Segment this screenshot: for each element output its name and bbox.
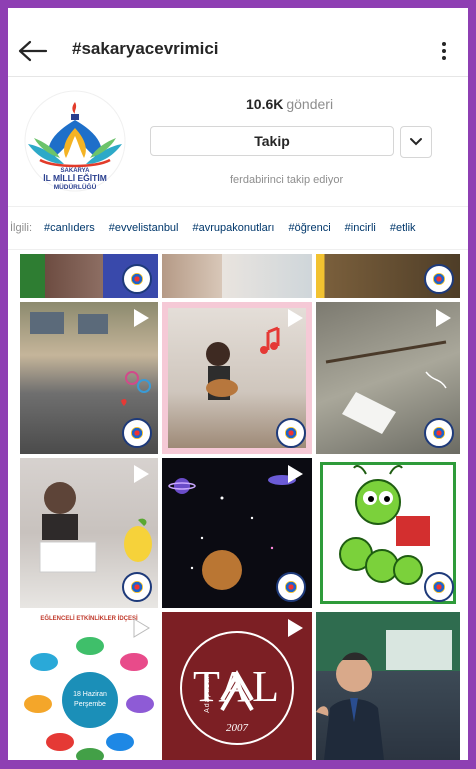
related-tag[interactable]: #avrupakonutları — [193, 222, 275, 234]
hashtag-header: SAKARYA İL MİLLİ EĞİTİM MÜDÜRLÜĞÜ 10.6K g… — [8, 78, 468, 198]
post-thumbnail[interactable] — [162, 254, 312, 298]
video-play-icon — [436, 309, 451, 327]
related-tag[interactable]: #etlik — [390, 222, 416, 234]
school-badge-icon — [122, 264, 152, 294]
post-thumbnail[interactable] — [316, 254, 460, 298]
post-thumbnail[interactable] — [316, 612, 460, 760]
chevron-down-icon[interactable] — [400, 126, 432, 158]
follow-button[interactable]: Takip — [150, 126, 394, 156]
logo-line-2: İL MİLLİ EĞİTİM — [43, 172, 107, 183]
school-badge-icon — [424, 572, 454, 602]
school-badge-icon — [424, 418, 454, 448]
sakarya-mem-logo: SAKARYA İL MİLLİ EĞİTİM MÜDÜRLÜĞÜ — [14, 88, 136, 194]
post-thumbnail[interactable] — [316, 302, 460, 454]
post-thumbnail[interactable] — [20, 254, 158, 298]
tal-year: 2007 — [226, 722, 248, 734]
school-badge-icon — [122, 572, 152, 602]
video-play-icon — [134, 309, 149, 327]
posts-count-value: 10.6K — [246, 96, 284, 112]
following-note: ferdabirinci takip ediyor — [230, 174, 344, 186]
post-thumbnail[interactable]: Adapazarı TAL 2007 — [162, 612, 312, 760]
more-vertical-icon[interactable] — [440, 40, 448, 62]
post-thumbnail[interactable] — [162, 302, 312, 454]
posts-count: 10.6K gönderi — [246, 96, 333, 112]
page-title: #sakaryacevrimici — [72, 39, 219, 58]
post-thumbnail[interactable] — [20, 458, 158, 608]
posts-count-label: gönderi — [286, 96, 334, 112]
related-tags-bar: İlgili: #canlıders #evvelistanbul #avrup… — [8, 206, 468, 250]
video-play-icon — [436, 465, 451, 483]
events-center-date: 18 Haziran Perşembe — [62, 672, 118, 728]
instagram-hashtag-screen: #sakaryacevrimici SAKARYA İL MİLLİ EĞİTİ… — [8, 8, 468, 760]
video-play-icon — [288, 619, 303, 637]
post-thumbnail[interactable]: EĞLENCELİ ETKİNLİKLER İDÇESİ 18 Haziran … — [20, 612, 158, 760]
related-tag[interactable]: #evvelistanbul — [109, 222, 179, 234]
related-label: İlgili: — [10, 222, 33, 234]
post-thumbnail[interactable] — [316, 458, 460, 608]
post-thumbnail[interactable] — [162, 458, 312, 608]
video-play-icon — [133, 618, 150, 638]
school-badge-icon — [276, 572, 306, 602]
school-badge-icon — [122, 418, 152, 448]
related-tag[interactable]: #incirli — [345, 222, 376, 234]
school-badge-icon — [424, 264, 454, 294]
related-tag[interactable]: #öğrenci — [288, 222, 330, 234]
video-play-icon — [288, 309, 303, 327]
video-play-icon — [134, 465, 149, 483]
post-thumbnail[interactable] — [20, 302, 158, 454]
related-tag[interactable]: #canlıders — [44, 222, 95, 234]
back-arrow-icon[interactable] — [18, 40, 48, 62]
logo-line-3: MÜDÜRLÜĞÜ — [54, 182, 97, 191]
post-grid: EĞLENCELİ ETKİNLİKLER İDÇESİ 18 Haziran … — [20, 254, 460, 760]
school-badge-icon — [276, 418, 306, 448]
video-play-icon — [288, 465, 303, 483]
top-bar: #sakaryacevrimici — [8, 26, 468, 77]
